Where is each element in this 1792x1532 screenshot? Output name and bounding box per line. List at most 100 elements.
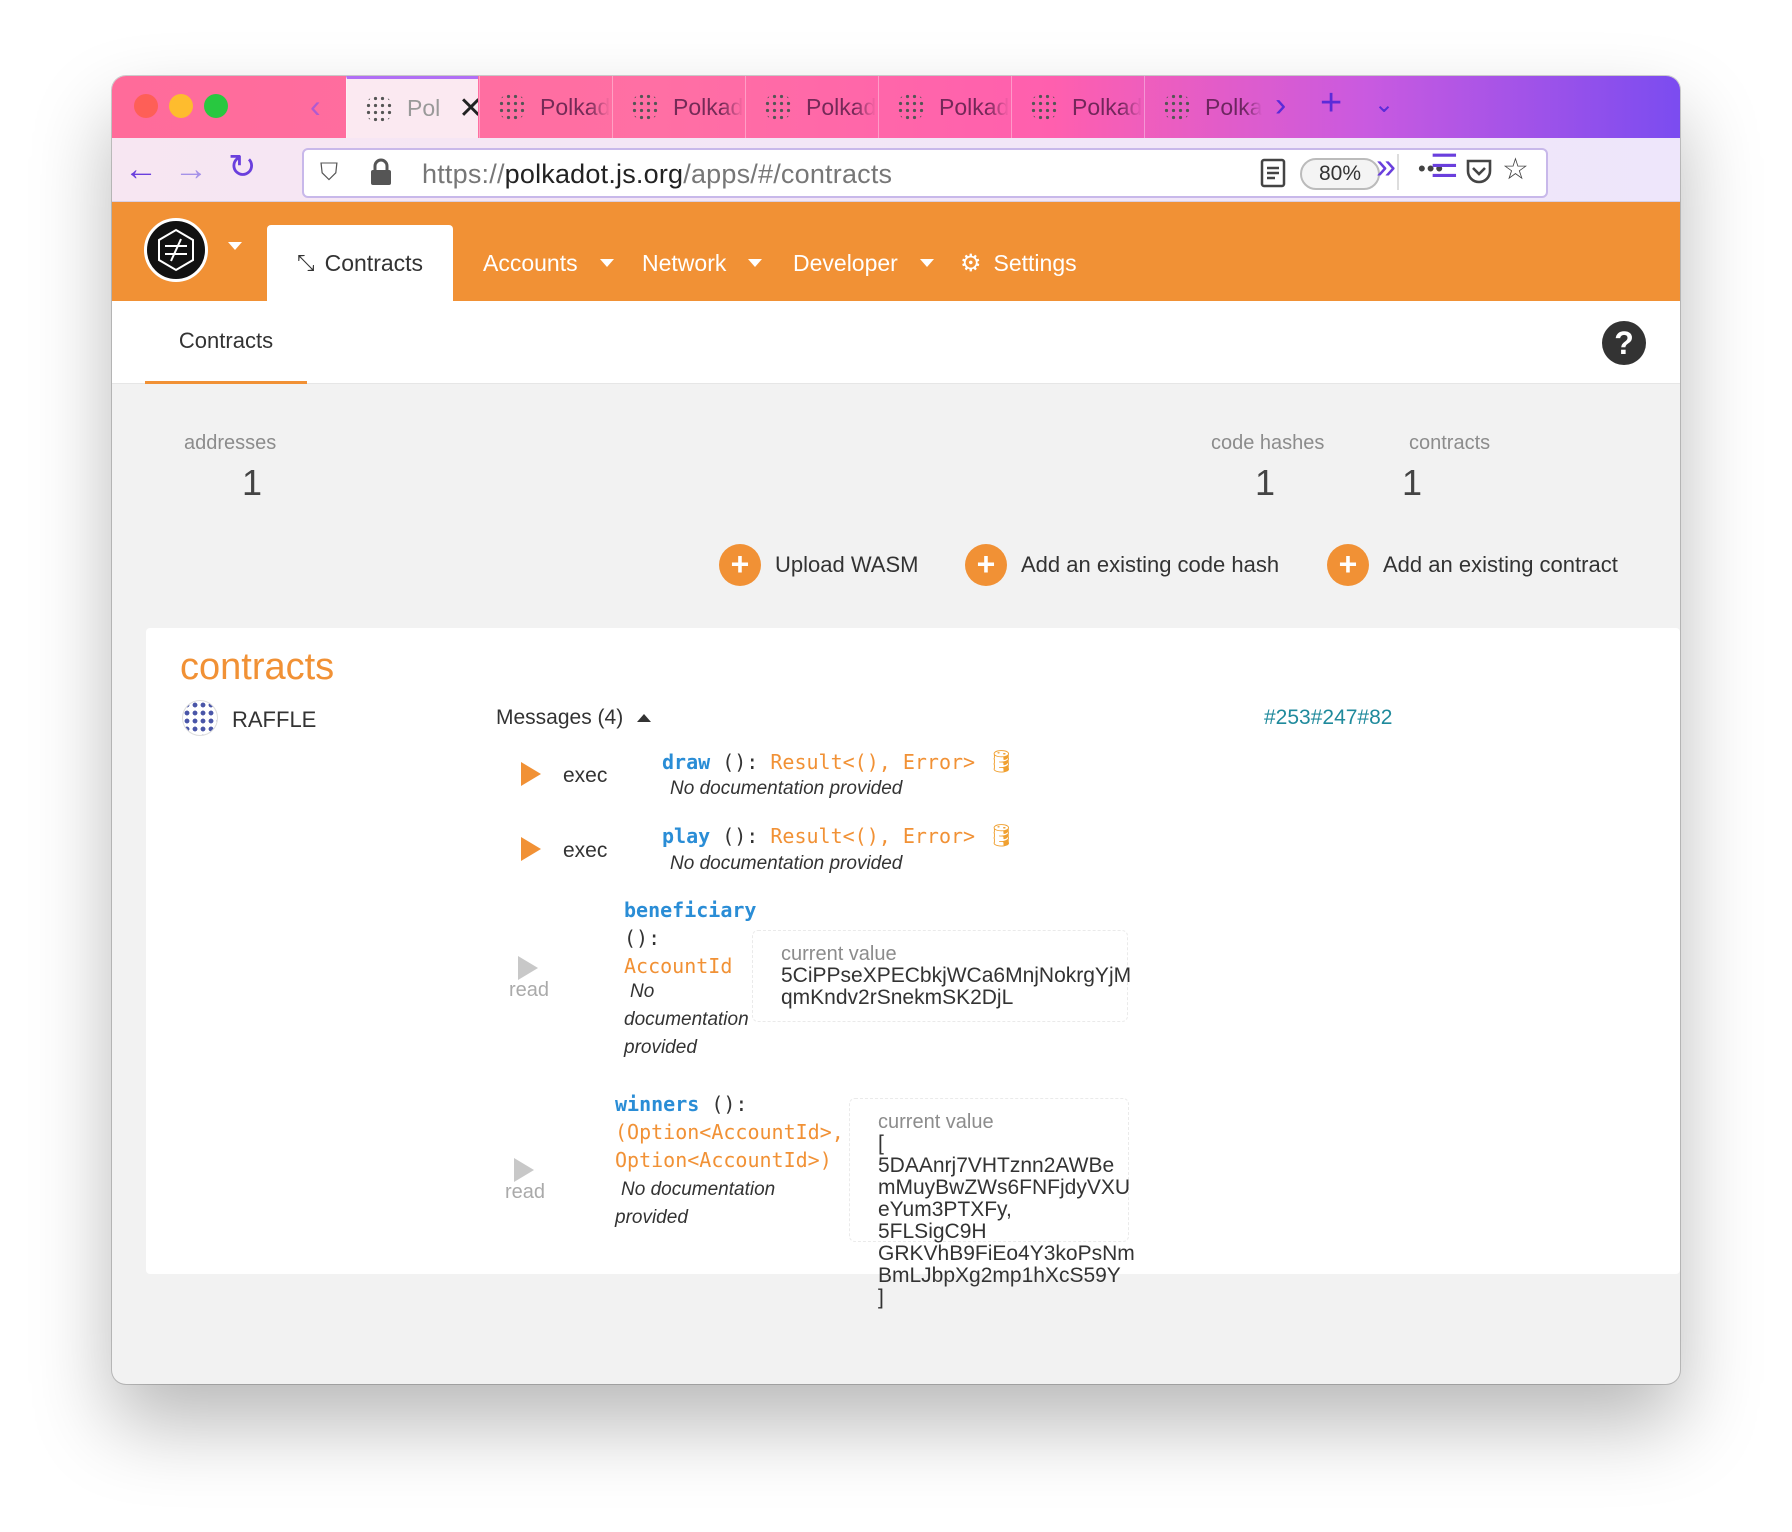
message-return-type: Result<(), Error> — [770, 750, 976, 774]
button-label: Add an existing contract — [1383, 552, 1618, 577]
add-contract-button[interactable]: + Add an existing contract — [1327, 544, 1618, 586]
shield-icon[interactable]: ⛉ — [320, 159, 338, 187]
nav-tab-label: Developer — [793, 249, 898, 276]
message-signature: winners (): (Option<AccountId>, Option<A… — [615, 1090, 844, 1174]
scroll-tabs-left-icon[interactable]: ‹ — [310, 88, 321, 125]
contracts-heading: contracts — [180, 646, 335, 688]
exec-play-icon[interactable] — [521, 837, 541, 861]
tab-label: Polkad — [806, 93, 876, 120]
current-value-label: current value — [781, 943, 897, 965]
tab[interactable]: Polkad — [479, 76, 612, 138]
code-hash-link[interactable]: #253#247#82 — [1264, 706, 1392, 730]
current-value-line: GRKVhB9FiEo4Y3koPsNm — [878, 1242, 1135, 1265]
zoom-window-button[interactable] — [204, 94, 228, 118]
reader-view-icon[interactable] — [1260, 158, 1286, 193]
current-value-line: 5CiPPseXPECbkjWCa6MnjNokrgYjM — [781, 964, 1132, 987]
polkadot-favicon-icon — [1030, 93, 1058, 121]
read-label[interactable]: read — [509, 979, 549, 1002]
polkadot-favicon-icon — [1163, 93, 1191, 121]
minimize-window-button[interactable] — [169, 94, 193, 118]
tab-strip: ‹ Pol ✕ Polkad Polkad Polkad Polkad Polk… — [112, 76, 1680, 138]
message-args: (): — [710, 750, 759, 774]
nav-tab-settings[interactable]: ⚙ Settings — [960, 225, 1077, 301]
gears-icon: ⚙ — [960, 249, 982, 277]
message-args: (): — [624, 926, 661, 950]
read-label[interactable]: read — [505, 1181, 545, 1204]
nav-tab-label: Settings — [993, 249, 1077, 276]
code-hashes-label: code hashes — [1211, 432, 1325, 454]
divider — [1397, 154, 1399, 190]
plus-icon: + — [965, 544, 1007, 586]
bookmark-star-icon[interactable]: ☆ — [1502, 152, 1529, 187]
current-value-line: eYum3PTXFy, 5FLSigC9H — [878, 1198, 1012, 1243]
contracts-card: contracts RAFFLE Messages (4) #253#247#8… — [146, 628, 1680, 1309]
tab-active[interactable]: Pol ✕ — [346, 76, 478, 138]
forward-icon[interactable]: → — [174, 152, 208, 186]
tab-label: Polkad — [1205, 93, 1262, 120]
nav-tab-contracts[interactable]: ⤡ Contracts — [267, 225, 454, 301]
current-value-line: qmKndv2rSnekmSK2DjL — [781, 986, 1014, 1009]
database-icon: 🛢 — [987, 824, 1016, 849]
help-button[interactable]: ? — [1602, 321, 1646, 365]
chain-logo[interactable] — [144, 218, 208, 282]
tab[interactable]: Polkad — [878, 76, 1011, 138]
button-label: Upload WASM — [775, 552, 919, 577]
close-tab-icon[interactable]: ✕ — [458, 91, 478, 126]
message-doc: No documentation provided — [670, 853, 903, 874]
current-value-line: mMuyBwZWs6FNFjdyVXU — [878, 1176, 1131, 1199]
address-bar[interactable]: ⛉ https://polkadot.js.org/apps/#/contrac… — [302, 148, 1548, 198]
message-args: (): — [699, 1092, 748, 1116]
sub-header: Contracts ? — [112, 301, 1680, 384]
message-name: draw — [662, 750, 711, 774]
subtab-contracts[interactable]: Contracts — [145, 301, 307, 384]
message-return-type: (Option<AccountId>, — [615, 1120, 844, 1144]
message-signature: draw (): Result<(), Error> 🛢 — [662, 750, 1015, 775]
tab[interactable]: Polkad — [1144, 76, 1262, 138]
exec-label[interactable]: exec — [563, 839, 607, 863]
pocket-icon[interactable] — [1464, 156, 1494, 191]
tab[interactable]: Polkad — [612, 76, 745, 138]
zoom-level-button[interactable]: 80% — [1300, 158, 1380, 190]
close-window-button[interactable] — [134, 94, 158, 118]
new-tab-icon[interactable]: + — [1320, 82, 1342, 125]
nav-tab-network[interactable]: Network — [642, 225, 763, 301]
message-signature: beneficiary (): AccountId — [624, 896, 756, 980]
nav-tab-label: Network — [642, 249, 727, 276]
code-hashes-value: 1 — [1255, 462, 1276, 503]
message-return-type: Option<AccountId>) — [615, 1148, 832, 1172]
reload-icon[interactable]: ↻ — [228, 150, 257, 184]
tab[interactable]: Polkad — [745, 76, 878, 138]
messages-toggle[interactable]: Messages (4) — [496, 706, 652, 730]
contract-identicon-icon — [182, 700, 218, 736]
nav-tab-accounts[interactable]: Accounts — [483, 225, 614, 301]
navigation-toolbar: ← → ↻ ⛉ https://polkadot.js.org/apps/#/c… — [112, 138, 1680, 202]
current-value-line: [ 5DAAnrj7VHTznn2AWBe — [878, 1132, 1115, 1177]
chevron-down-icon — [748, 259, 763, 267]
list-tabs-chevron-down-icon[interactable]: ⌄ — [1374, 90, 1394, 119]
message-return-type: AccountId — [624, 954, 733, 978]
nav-tab-developer[interactable]: Developer — [793, 225, 934, 301]
chevron-down-icon — [599, 259, 614, 267]
message-name: beneficiary — [624, 898, 757, 922]
scroll-tabs-right-icon[interactable]: › — [1275, 86, 1286, 125]
add-code-hash-button[interactable]: + Add an existing code hash — [965, 544, 1279, 586]
tab-label: Polkad — [673, 93, 743, 120]
tab[interactable]: Polkad — [1011, 76, 1144, 138]
polkadot-favicon-icon — [498, 93, 526, 121]
url-text[interactable]: https://polkadot.js.org/apps/#/contracts — [422, 159, 892, 190]
back-icon[interactable]: ← — [124, 152, 158, 186]
exec-play-icon[interactable] — [521, 762, 541, 786]
addresses-label: addresses — [184, 432, 277, 454]
message-args: (): — [710, 824, 759, 848]
tab-label: Polkad — [1072, 93, 1142, 120]
read-play-icon[interactable] — [514, 1158, 534, 1182]
lock-icon[interactable] — [370, 158, 391, 185]
exec-label[interactable]: exec — [563, 764, 607, 788]
current-value-box: current value [ 5DAAnrj7VHTznn2AWBe mMuy… — [849, 1098, 1135, 1309]
hamburger-menu-icon[interactable]: ☰ — [1430, 150, 1459, 182]
polkadot-favicon-icon — [365, 94, 393, 123]
chain-selector-caret-icon[interactable] — [228, 242, 242, 250]
read-play-icon[interactable] — [518, 956, 538, 980]
upload-wasm-button[interactable]: + Upload WASM — [719, 544, 918, 586]
overflow-chevrons-icon[interactable]: » — [1376, 148, 1396, 184]
